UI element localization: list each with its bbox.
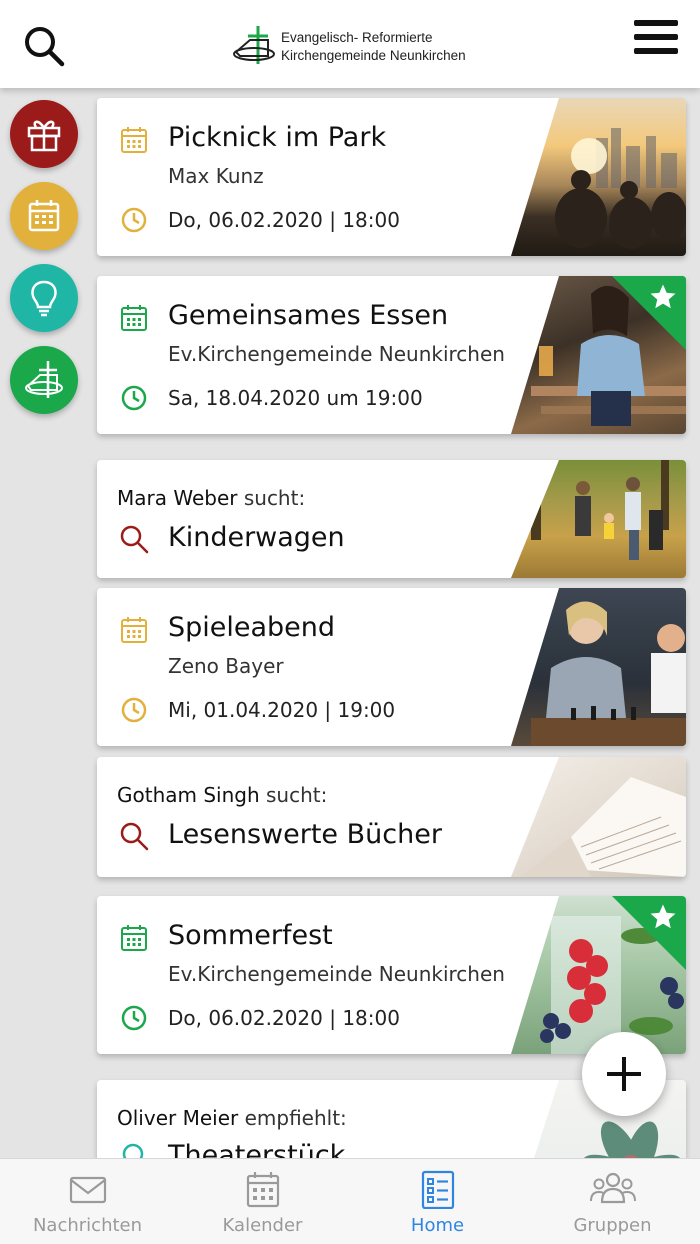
picnic-photo <box>511 98 686 256</box>
event-card[interactable]: Gemeinsames Essen Ev.Kirchengemeinde Neu… <box>97 276 686 434</box>
event-card[interactable]: Sommerfest Ev.Kirchengemeinde Neunkirche… <box>97 896 686 1054</box>
event-title: Picknick im Park <box>168 122 387 153</box>
person-name: Oliver Meier <box>117 1106 239 1130</box>
event-card[interactable]: Picknick im Park Max Kunz Do, 06.02.2020… <box>97 98 686 256</box>
plus-icon <box>607 1057 641 1091</box>
event-title: Gemeinsames Essen <box>168 300 449 331</box>
search-verb: sucht: <box>266 783 328 807</box>
church-icon <box>25 361 63 398</box>
event-organizer: Ev.Kirchengemeinde Neunkirchen <box>168 962 505 986</box>
church-logo-icon <box>233 26 275 64</box>
star-icon <box>650 284 676 309</box>
search-card[interactable]: Gotham Singh sucht: Lesenswerte Bücher <box>97 757 686 877</box>
search-icon[interactable] <box>22 24 66 68</box>
lightbulb-icon <box>31 280 57 317</box>
person-name: Mara Weber <box>117 486 238 510</box>
recommend-verb: empfiehlt: <box>244 1106 347 1130</box>
search-verb: sucht: <box>243 486 306 510</box>
gift-icon <box>27 120 61 152</box>
search-title: Kinderwagen <box>168 522 345 553</box>
clock-icon <box>121 1005 147 1031</box>
event-date: Do, 06.02.2020 | 18:00 <box>168 208 400 232</box>
calendar-icon <box>121 617 147 643</box>
logo-line-1: Evangelisch- Reformierte <box>281 30 433 45</box>
tab-home[interactable]: Home <box>350 1159 525 1244</box>
hamburger-menu-icon[interactable] <box>634 20 678 60</box>
search-person-line: Mara Weber sucht: <box>117 486 305 510</box>
calendar-icon <box>121 305 147 331</box>
tab-label: Gruppen <box>573 1215 652 1236</box>
calendar-icon <box>121 127 147 153</box>
calendar-button[interactable] <box>10 182 78 250</box>
app-header: Evangelisch- Reformierte Kirchengemeinde… <box>0 0 700 88</box>
event-title: Spieleabend <box>168 612 336 643</box>
gift-button[interactable] <box>10 100 78 168</box>
clock-icon <box>121 385 147 411</box>
event-organizer: Ev.Kirchengemeinde Neunkirchen <box>168 342 505 366</box>
calendar-icon <box>121 925 147 951</box>
stroller-photo <box>511 460 686 578</box>
event-organizer: Max Kunz <box>168 164 264 188</box>
person-name: Gotham Singh <box>117 783 260 807</box>
clock-icon <box>121 697 147 723</box>
star-icon <box>650 904 676 929</box>
calendar-icon <box>28 200 60 232</box>
tab-nachrichten[interactable]: Nachrichten <box>0 1159 175 1244</box>
tab-label: Nachrichten <box>32 1215 143 1236</box>
event-date: Sa, 18.04.2020 um 19:00 <box>168 386 423 410</box>
event-organizer: Zeno Bayer <box>168 654 284 678</box>
event-date: Mi, 01.04.2020 | 19:00 <box>168 698 396 722</box>
event-card[interactable]: Spieleabend Zeno Bayer Mi, 01.04.2020 | … <box>97 588 686 746</box>
recommend-person-line: Oliver Meier empfiehlt: <box>117 1106 347 1130</box>
logo-line-2: Kirchengemeinde Neunkirchen <box>281 48 466 63</box>
bottom-tab-bar: Nachrichten Kalender Home Gruppen <box>0 1158 700 1244</box>
tab-label: Kalender <box>222 1215 303 1236</box>
search-person-line: Gotham Singh sucht: <box>117 783 327 807</box>
church-logo: Evangelisch- Reformierte Kirchengemeinde… <box>232 24 492 68</box>
magnifier-icon <box>120 525 149 554</box>
envelope-icon <box>69 1176 107 1204</box>
event-title: Sommerfest <box>168 920 333 951</box>
magnifier-icon <box>120 822 149 851</box>
clock-icon <box>121 207 147 233</box>
add-button[interactable] <box>582 1032 666 1116</box>
list-icon <box>421 1170 455 1209</box>
tab-label: Home <box>410 1215 465 1236</box>
book-photo <box>511 757 686 877</box>
event-date: Do, 06.02.2020 | 18:00 <box>168 1006 400 1030</box>
group-icon <box>590 1172 636 1204</box>
search-title: Lesenswerte Bücher <box>168 819 442 850</box>
chess-photo <box>511 588 686 746</box>
tab-gruppen[interactable]: Gruppen <box>525 1159 700 1244</box>
church-button[interactable] <box>10 346 78 414</box>
idea-button[interactable] <box>10 264 78 332</box>
tab-kalender[interactable]: Kalender <box>175 1159 350 1244</box>
search-card[interactable]: Mara Weber sucht: Kinderwagen <box>97 460 686 578</box>
calendar-icon <box>246 1172 280 1208</box>
